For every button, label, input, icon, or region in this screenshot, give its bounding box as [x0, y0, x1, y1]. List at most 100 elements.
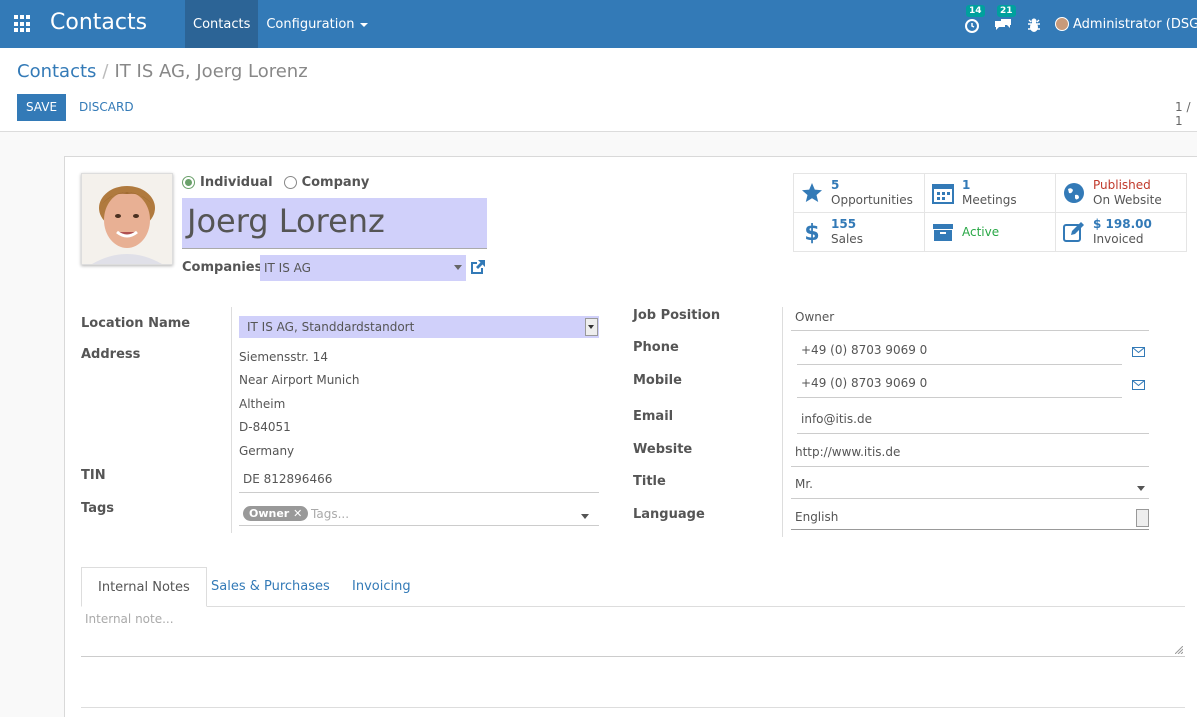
- pencil-square-icon: [1063, 222, 1084, 242]
- title-select[interactable]: Mr.: [791, 472, 1149, 499]
- pager-value[interactable]: 1 / 1: [1175, 100, 1197, 128]
- meetings-label: Meetings: [962, 193, 1017, 207]
- activity-count-badge: 14: [966, 5, 985, 17]
- right-group-divider: [782, 307, 783, 537]
- address-street[interactable]: Siemensstr. 14: [239, 350, 328, 364]
- left-group-divider: [231, 307, 232, 533]
- tags-chevron-down-icon[interactable]: [581, 514, 589, 519]
- opportunities-button[interactable]: 5 Opportunities: [794, 174, 925, 213]
- apps-grid-icon[interactable]: [14, 15, 32, 33]
- phone-input[interactable]: +49 (0) 8703 9069 0: [797, 338, 1122, 365]
- tag-owner-label: Owner: [249, 507, 290, 520]
- menu-item-contacts[interactable]: Contacts: [185, 0, 259, 48]
- radio-individual-label[interactable]: Individual: [200, 175, 273, 190]
- mobile-sms-envelope-icon[interactable]: [1132, 380, 1145, 390]
- user-avatar[interactable]: [1055, 17, 1069, 31]
- activity-menu[interactable]: 14: [962, 5, 985, 34]
- debug-menu[interactable]: [1024, 14, 1044, 34]
- tab-sales-purchases[interactable]: Sales & Purchases: [195, 567, 346, 607]
- notebook-tabs: Internal Notes Sales & Purchases Invoici…: [81, 567, 1185, 607]
- radio-individual[interactable]: [182, 176, 195, 189]
- opportunities-count: 5: [831, 178, 840, 192]
- discard-button[interactable]: DISCARD: [79, 100, 134, 114]
- language-select[interactable]: English: [791, 505, 1149, 530]
- address-city[interactable]: Altheim: [239, 397, 285, 411]
- title-chevron-down-icon[interactable]: [1137, 486, 1145, 491]
- location-dropdown-button[interactable]: [585, 318, 598, 336]
- location-name-select[interactable]: IT IS AG, Standdardstandort: [239, 316, 599, 338]
- sheet-divider: [81, 707, 1185, 708]
- meetings-count: 1: [962, 178, 971, 192]
- phone-sms-envelope-icon[interactable]: [1132, 347, 1145, 357]
- address-street2[interactable]: Near Airport Munich: [239, 373, 359, 387]
- tags-label: Tags: [81, 501, 115, 516]
- tab-internal-notes[interactable]: Internal Notes: [81, 567, 207, 607]
- location-name-value: IT IS AG, Standdardstandort: [247, 320, 415, 334]
- website-publish-button[interactable]: Published On Website: [1056, 174, 1187, 213]
- mobile-input[interactable]: +49 (0) 8703 9069 0: [797, 371, 1122, 398]
- comments-icon: [995, 19, 1011, 30]
- internal-notes-textarea[interactable]: Internal note...: [81, 607, 1185, 657]
- breadcrumb-separator: /: [102, 61, 109, 82]
- opportunities-label: Opportunities: [831, 193, 913, 207]
- active-status: Active: [962, 225, 1000, 239]
- address-zip[interactable]: D-84051: [239, 420, 291, 434]
- job-position-input[interactable]: Owner: [791, 305, 1149, 331]
- active-toggle-button[interactable]: Active: [925, 213, 1056, 252]
- location-name-label: Location Name: [81, 316, 191, 331]
- top-navbar: Contacts Contacts Configuration 14 21 Ad…: [0, 0, 1197, 48]
- email-label: Email: [633, 409, 674, 424]
- person-photo-icon: [82, 174, 172, 264]
- chevron-down-icon: [454, 265, 462, 270]
- external-link-icon[interactable]: [468, 257, 488, 277]
- invoiced-amount: $ 198.00: [1093, 217, 1152, 231]
- sales-label: Sales: [831, 232, 863, 246]
- contact-photo[interactable]: [81, 173, 173, 265]
- tab-invoicing[interactable]: Invoicing: [336, 567, 427, 607]
- message-count-badge: 21: [997, 5, 1016, 17]
- breadcrumb: Contacts / IT IS AG, Joerg Lorenz: [17, 61, 308, 82]
- tag-remove-icon[interactable]: ✕: [293, 507, 302, 520]
- tags-placeholder: Tags...: [311, 507, 350, 521]
- address-country[interactable]: Germany: [239, 444, 294, 458]
- save-button[interactable]: SAVE: [17, 94, 66, 121]
- tag-owner[interactable]: Owner ✕: [243, 506, 309, 521]
- company-select-value: IT IS AG: [264, 261, 311, 275]
- internal-notes-placeholder: Internal note...: [85, 612, 174, 626]
- radio-company[interactable]: [283, 176, 297, 189]
- language-label: Language: [633, 507, 705, 522]
- tin-input[interactable]: DE 812896466: [239, 467, 599, 493]
- resize-handle-icon[interactable]: [1175, 646, 1183, 654]
- bug-icon: [1028, 18, 1040, 32]
- name-input[interactable]: Joerg Lorenz: [182, 198, 487, 249]
- menu-item-configuration[interactable]: Configuration: [258, 0, 375, 48]
- messaging-menu[interactable]: 21: [993, 5, 1016, 34]
- job-position-label: Job Position: [633, 308, 721, 323]
- sales-button[interactable]: $ 155 Sales: [794, 213, 925, 252]
- published-status: Published: [1093, 178, 1151, 192]
- breadcrumb-contacts-link[interactable]: Contacts: [17, 61, 96, 82]
- meetings-button[interactable]: 1 Meetings: [925, 174, 1056, 213]
- smart-buttons: 5 Opportunities 1 Meetings Published On …: [793, 173, 1187, 252]
- address-label: Address: [81, 347, 141, 362]
- website-input[interactable]: http://www.itis.de: [791, 440, 1149, 467]
- user-menu[interactable]: Administrator (DSGV(: [1073, 17, 1197, 32]
- svg-text:$: $: [804, 221, 819, 244]
- company-select[interactable]: IT IS AG: [260, 255, 466, 281]
- language-dropdown-button[interactable]: [1136, 509, 1149, 527]
- email-input[interactable]: info@itis.de: [797, 407, 1149, 434]
- phone-label: Phone: [633, 340, 679, 355]
- on-website-label: On Website: [1093, 193, 1162, 207]
- clock-icon: [965, 19, 979, 33]
- systray: 14 21 Administrator (DSGV(: [962, 0, 1197, 48]
- dollar-icon: $: [804, 221, 819, 244]
- control-panel: Contacts / IT IS AG, Joerg Lorenz SAVE DIS…: [0, 48, 1197, 132]
- invoiced-button[interactable]: $ 198.00 Invoiced: [1056, 213, 1187, 252]
- caret-down-icon: [359, 22, 368, 27]
- radio-company-label[interactable]: Company: [302, 175, 370, 190]
- companies-label: Companies: [182, 260, 263, 275]
- form-sheet: Individual Company Joerg Lorenz Companie…: [64, 156, 1197, 717]
- globe-icon: [1064, 183, 1084, 203]
- archive-icon: [933, 224, 953, 241]
- invoiced-label: Invoiced: [1093, 232, 1144, 246]
